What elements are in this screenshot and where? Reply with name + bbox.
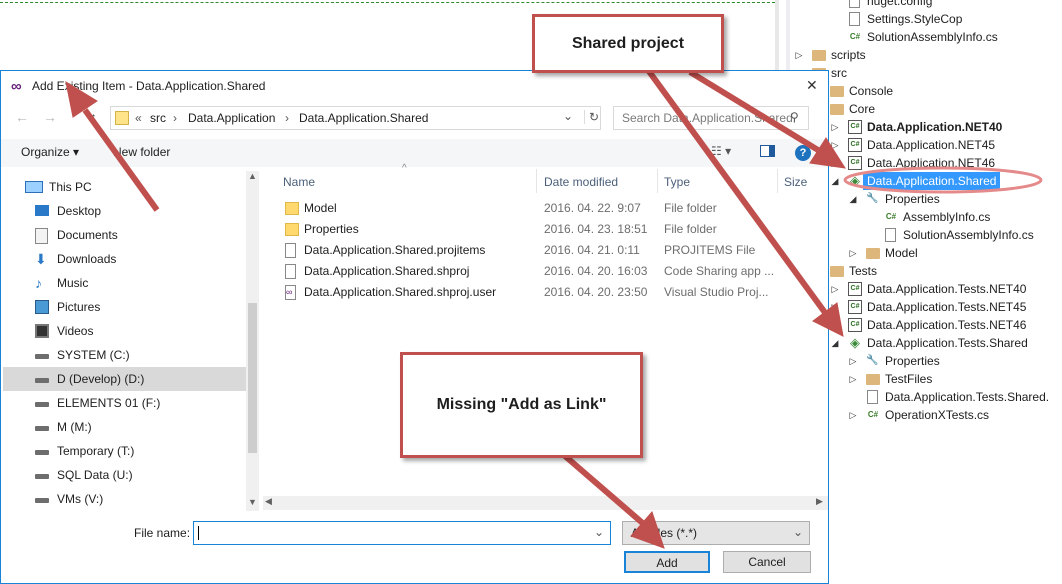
arrow-to-dialog-title [82,108,160,212]
callout-shared-project-text: Shared project [571,35,685,52]
arrowhead [65,80,98,118]
arrowhead [809,137,847,169]
callout-missing-add-as-link: Missing "Add as Link" [400,352,643,458]
arrow-to-shared-node [688,69,820,153]
arrow-to-add-button [563,453,648,529]
callout-shared-project: Shared project [532,14,724,73]
callout-missing-text: Missing "Add as Link" [436,396,607,413]
arrow-to-tests-shared-node [645,68,829,316]
annotation-overlay [65,68,1043,549]
highlight-ellipse [843,166,1043,194]
arrowhead [812,302,844,337]
